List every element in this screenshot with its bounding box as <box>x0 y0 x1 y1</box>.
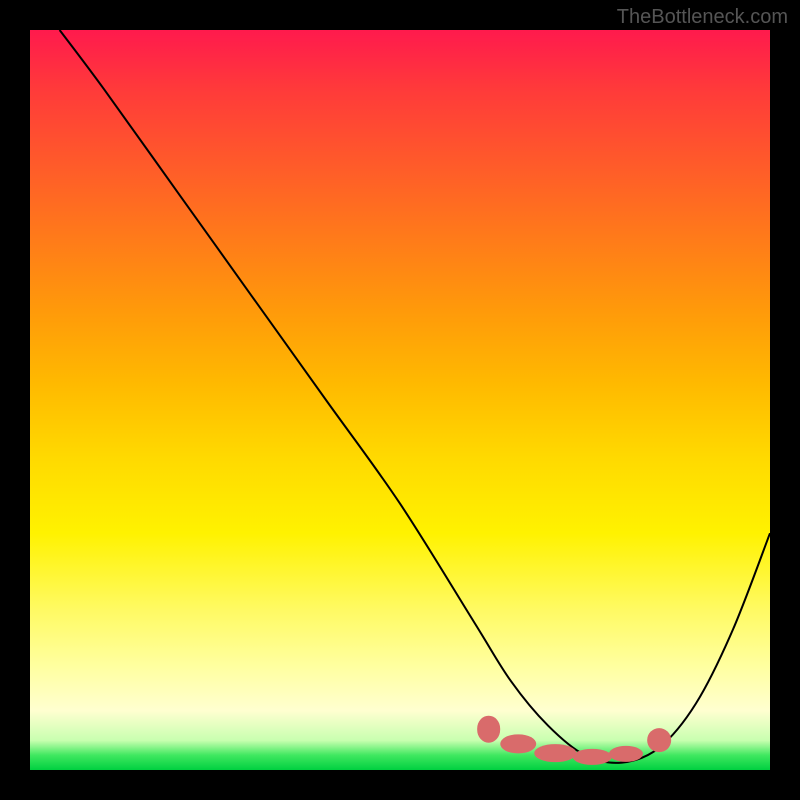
chart-marker <box>573 749 611 765</box>
chart-marker <box>647 729 671 753</box>
chart-marker <box>609 746 643 762</box>
chart-markers-layer <box>30 30 770 770</box>
watermark-text: TheBottleneck.com <box>617 6 788 29</box>
chart-marker <box>535 744 576 762</box>
chart-plot-area <box>30 30 770 770</box>
chart-marker <box>501 734 537 753</box>
chart-marker <box>477 716 501 743</box>
